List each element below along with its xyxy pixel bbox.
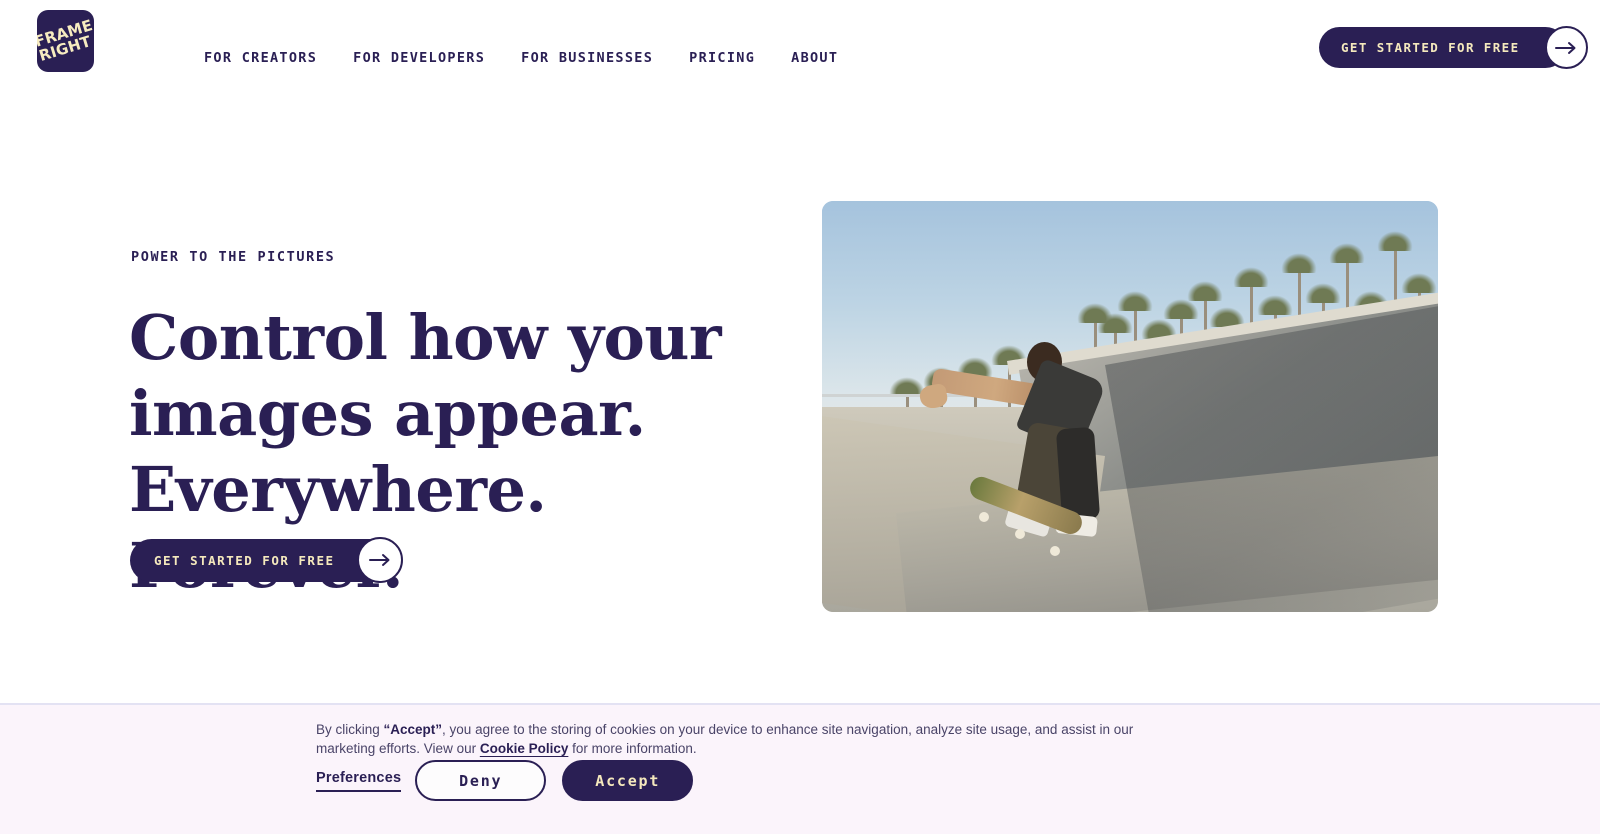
hero-get-started-label: GET STARTED FOR FREE [154, 553, 335, 568]
hero-image [822, 201, 1438, 612]
cookie-accept-button[interactable]: Accept [562, 760, 694, 801]
hero-image-skater [908, 287, 1204, 575]
cookie-banner-actions: Preferences Deny Accept [316, 760, 694, 801]
hero-section: POWER TO THE PICTURES Control how your i… [0, 0, 1600, 703]
cookie-accept-quoted: “Accept” [383, 722, 443, 737]
cookie-preferences-button[interactable]: Preferences [316, 770, 402, 792]
cookie-policy-link[interactable]: Cookie Policy [480, 741, 569, 756]
cookie-text-part1: By clicking [316, 722, 384, 737]
cookie-text-part3: for more information. [568, 741, 697, 756]
cookie-deny-button[interactable]: Deny [415, 760, 547, 801]
cookie-banner-text: By clicking “Accept”, you agree to the s… [316, 720, 1196, 758]
hero-get-started-button[interactable]: GET STARTED FOR FREE [130, 537, 403, 583]
arrow-right-icon [356, 537, 403, 583]
hero-eyebrow: POWER TO THE PICTURES [131, 249, 336, 265]
cookie-consent-banner: By clicking “Accept”, you agree to the s… [0, 703, 1600, 834]
